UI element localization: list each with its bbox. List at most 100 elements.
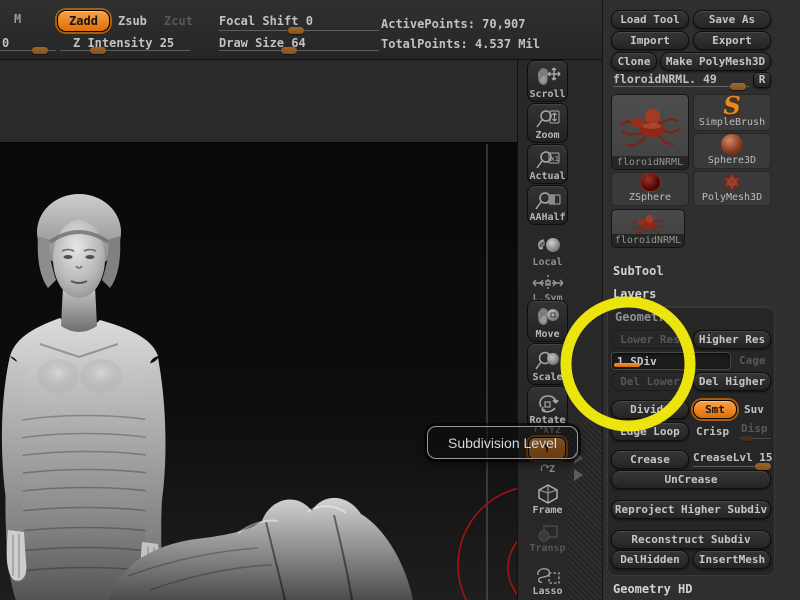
aahalf-label: AAHalf <box>529 212 566 223</box>
import-button[interactable]: Import <box>611 31 689 50</box>
symmetry-icon <box>531 273 565 293</box>
load-tool-button[interactable]: Load Tool <box>611 10 689 29</box>
disp-handle[interactable] <box>741 436 753 441</box>
collapse-arrow-icon[interactable] <box>574 469 583 481</box>
lasso-label: Lasso <box>532 586 563 597</box>
divide-button[interactable]: Divide <box>611 400 689 419</box>
polymesh3d-label: PolyMesh3D <box>701 192 763 203</box>
zsub-button[interactable]: Zsub <box>118 14 147 28</box>
scroll-button[interactable]: Scroll <box>527 60 568 102</box>
total-points-label: TotalPoints: <box>381 37 468 51</box>
higher-res-button[interactable]: Higher Res <box>693 330 771 349</box>
lasso-button[interactable]: Lasso <box>527 565 568 597</box>
scroll-label: Scroll <box>529 89 566 100</box>
actual-label: Actual <box>529 171 566 182</box>
m-button[interactable]: M <box>14 12 21 26</box>
lower-res-button[interactable]: Lower Res <box>611 330 689 349</box>
actual-button[interactable]: x1 Actual <box>527 144 568 184</box>
r-button[interactable]: R <box>753 72 771 88</box>
sphere3d-tool[interactable]: Sphere3D <box>693 133 771 169</box>
suv-button[interactable]: Suv <box>744 403 764 416</box>
smt-button[interactable]: Smt <box>693 400 737 419</box>
move-button[interactable]: Move <box>527 300 568 342</box>
sculpt-model[interactable] <box>0 60 518 600</box>
insert-mesh-button[interactable]: InsertMesh <box>693 550 771 569</box>
actual-size-icon: x1 <box>535 149 561 171</box>
lsym-button[interactable]: L.Sym <box>527 270 568 304</box>
zoom-label: Zoom <box>535 130 560 141</box>
local-label: Local <box>532 257 563 268</box>
left-slider-handle[interactable] <box>32 47 48 54</box>
del-hidden-button[interactable]: DelHidden <box>611 550 689 569</box>
edge-loop-button[interactable]: Edge Loop <box>611 422 689 441</box>
sdiv-slider[interactable]: 1 SDiv <box>611 352 731 370</box>
left-slider[interactable] <box>0 47 56 54</box>
zoom-magnifier-icon <box>535 108 561 130</box>
simplebrush-icon: S <box>723 91 741 120</box>
tool-item-slider-handle[interactable] <box>730 83 746 90</box>
layers-section[interactable]: Layers <box>613 287 656 301</box>
scale-icon <box>534 349 561 372</box>
focal-shift-handle[interactable] <box>288 27 304 34</box>
total-points: TotalPoints: 4.537 Mil <box>381 37 540 51</box>
frame-button[interactable]: Frame <box>527 480 568 516</box>
total-points-value: 4.537 Mil <box>474 37 540 51</box>
zsphere-icon <box>639 173 661 192</box>
make-polymesh3d-button[interactable]: Make PolyMesh3D <box>660 52 771 71</box>
simplebrush-tool[interactable]: S SimpleBrush <box>693 94 771 131</box>
local-button[interactable]: Local <box>527 228 568 268</box>
disp-slider[interactable] <box>739 436 771 441</box>
del-higher-button[interactable]: Del Higher <box>693 372 771 391</box>
active-points: ActivePoints: 70,907 <box>381 17 526 31</box>
active-points-label: ActivePoints: <box>381 17 475 31</box>
crisp-button[interactable]: Crisp <box>696 425 729 438</box>
zcut-button[interactable]: Zcut <box>164 14 193 28</box>
subtool-section[interactable]: SubTool <box>613 264 664 278</box>
move-label: Move <box>535 329 560 340</box>
zoom-button[interactable]: Zoom <box>527 103 568 143</box>
z-intensity-slider[interactable] <box>60 47 190 54</box>
cage-button[interactable]: Cage <box>739 354 766 367</box>
scale-button[interactable]: Scale <box>527 343 568 385</box>
geometry-hd-section[interactable]: Geometry HD <box>613 582 692 596</box>
focal-shift-slider[interactable] <box>219 27 379 34</box>
disp-button[interactable]: Disp <box>741 422 768 435</box>
zsphere-tool[interactable]: ZSphere <box>611 172 689 206</box>
draw-size-slider[interactable] <box>219 47 379 54</box>
draw-size-handle[interactable] <box>281 47 297 54</box>
crease-button[interactable]: Crease <box>611 450 689 469</box>
tool-item-slider-label: floroidNRML. 49 <box>613 72 717 86</box>
aahalf-icon <box>534 190 561 212</box>
del-lower-button[interactable]: Del Lower <box>611 372 689 391</box>
save-as-button[interactable]: Save As <box>693 10 771 29</box>
uncrease-button[interactable]: UnCrease <box>611 470 771 489</box>
z-intensity-handle[interactable] <box>90 47 106 54</box>
recent-tool-thumbnail[interactable]: floroidNRML <box>611 209 685 248</box>
polymesh3d-star-icon <box>722 172 742 192</box>
rotate-button[interactable]: Rotate <box>527 386 568 428</box>
recent-tool-label: floroidNRML <box>612 234 684 247</box>
reproject-higher-subdiv-button[interactable]: Reproject Higher Subdiv <box>611 500 771 519</box>
scale-label: Scale <box>532 372 563 383</box>
crease-lvl-slider[interactable] <box>693 463 771 470</box>
simplebrush-label: SimpleBrush <box>698 117 766 128</box>
current-tool-thumbnail[interactable]: floroidNRML <box>611 94 689 170</box>
move-hand-icon <box>535 306 561 329</box>
aahalf-button[interactable]: AAHalf <box>527 185 568 225</box>
reconstruct-subdiv-button[interactable]: Reconstruct Subdiv <box>611 530 771 549</box>
polymesh3d-tool[interactable]: PolyMesh3D <box>693 171 771 206</box>
tool-palette: Load Tool Save As Import Export Clone Ma… <box>602 0 800 600</box>
transp-button[interactable]: Transp <box>527 520 568 554</box>
export-button[interactable]: Export <box>693 31 771 50</box>
zadd-button[interactable]: Zadd <box>57 10 110 32</box>
brush-cursor-outer-ring <box>457 487 517 600</box>
geometry-section[interactable]: Geometry <box>615 310 673 324</box>
crease-lvl-handle[interactable] <box>755 463 771 470</box>
focal-shift-label: Focal Shift 0 <box>219 14 313 28</box>
document-canvas[interactable] <box>0 60 518 600</box>
clone-button[interactable]: Clone <box>611 52 657 71</box>
z-rotate-button[interactable]: Z <box>527 462 568 475</box>
scroll-hand-icon <box>535 65 561 89</box>
local-pivot-icon <box>534 235 562 257</box>
tool-item-slider[interactable] <box>613 83 749 90</box>
